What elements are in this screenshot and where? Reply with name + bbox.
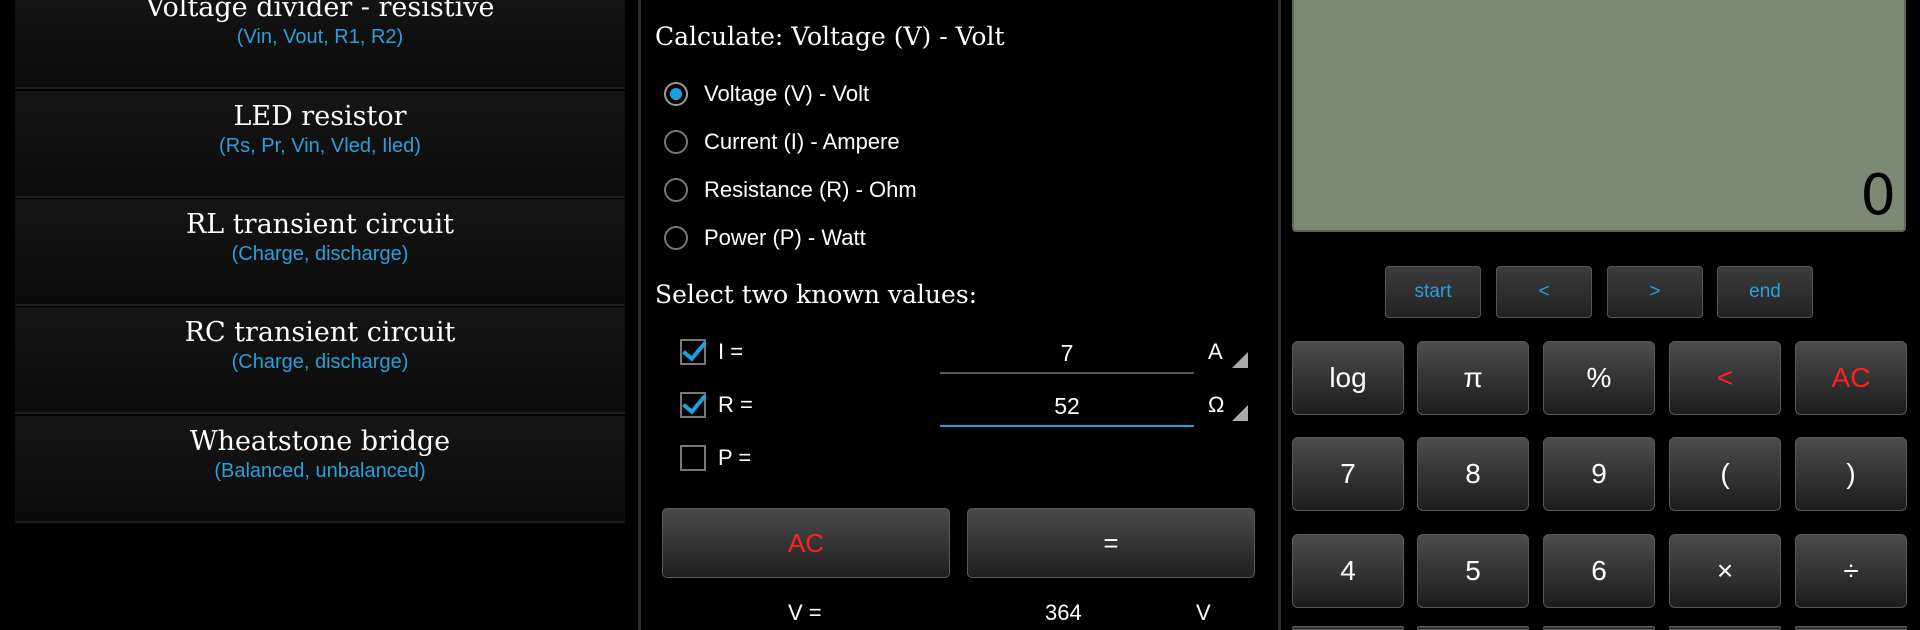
- key-8[interactable]: 8: [1417, 437, 1529, 511]
- resistance-known-row: R =: [680, 387, 753, 423]
- list-item-subtitle: (Charge, discharge): [231, 351, 409, 373]
- resistance-unit-spinner[interactable]: Ω: [1204, 387, 1252, 425]
- radio-button[interactable]: [664, 130, 688, 154]
- key-multiply[interactable]: ×: [1669, 534, 1781, 608]
- list-item-subtitle: (Balanced, unbalanced): [214, 460, 426, 482]
- cursor-end-button[interactable]: end: [1717, 266, 1813, 318]
- circuit-list: Voltage divider - resistive (Vin, Vout, …: [0, 0, 640, 630]
- radio-power[interactable]: Power (P) - Watt: [664, 218, 866, 258]
- radio-label: Voltage (V) - Volt: [704, 81, 870, 106]
- calculator-key[interactable]: [1292, 626, 1404, 630]
- clear-all-button[interactable]: AC: [662, 508, 950, 578]
- power-label: P =: [718, 445, 752, 470]
- key-backspace[interactable]: <: [1669, 341, 1781, 415]
- list-item-wheatstone-bridge[interactable]: Wheatstone bridge (Balanced, unbalanced): [15, 416, 625, 523]
- radio-button[interactable]: [664, 178, 688, 202]
- calculator-key[interactable]: [1417, 626, 1529, 630]
- resistance-label: R =: [718, 392, 753, 417]
- resistance-checkbox[interactable]: [680, 392, 706, 418]
- key-percent[interactable]: %: [1543, 341, 1655, 415]
- list-item-title: LED resistor: [233, 101, 407, 132]
- radio-resistance[interactable]: Resistance (R) - Ohm: [664, 170, 917, 210]
- key-clear-all[interactable]: AC: [1795, 341, 1907, 415]
- equals-button[interactable]: =: [967, 508, 1255, 578]
- key-divide[interactable]: ÷: [1795, 534, 1907, 608]
- current-input[interactable]: [940, 334, 1194, 374]
- key-4[interactable]: 4: [1292, 534, 1404, 608]
- radio-voltage[interactable]: Voltage (V) - Volt: [664, 74, 869, 114]
- current-label: I =: [718, 339, 744, 364]
- list-item-title: RL transient circuit: [185, 209, 455, 240]
- radio-label: Power (P) - Watt: [704, 225, 866, 250]
- unit-label: Ω: [1208, 392, 1225, 417]
- pane-divider: [638, 0, 641, 630]
- list-item-subtitle: (Charge, discharge): [231, 243, 409, 265]
- calculator-key[interactable]: [1543, 626, 1655, 630]
- calculator-display: 0: [1292, 0, 1906, 232]
- key-open-paren[interactable]: (: [1669, 437, 1781, 511]
- key-5[interactable]: 5: [1417, 534, 1529, 608]
- list-item-title: Wheatstone bridge: [189, 426, 451, 457]
- display-value: 0: [1860, 163, 1896, 228]
- list-item-title: RC transient circuit: [184, 317, 456, 348]
- result-label: V =: [788, 600, 822, 625]
- calculate-heading: Calculate: Voltage (V) - Volt: [655, 22, 1005, 51]
- key-pi[interactable]: π: [1417, 341, 1529, 415]
- key-close-paren[interactable]: ): [1795, 437, 1907, 511]
- unit-label: A: [1208, 339, 1223, 364]
- calculator-key[interactable]: [1669, 626, 1781, 630]
- key-6[interactable]: 6: [1543, 534, 1655, 608]
- list-item-title: Voltage divider - resistive: [145, 0, 495, 23]
- cursor-left-button[interactable]: <: [1496, 266, 1592, 318]
- list-item-led-resistor[interactable]: LED resistor (Rs, Pr, Vin, Vled, Iled): [15, 91, 625, 198]
- radio-label: Resistance (R) - Ohm: [704, 177, 917, 202]
- spinner-corner-icon: [1232, 405, 1248, 421]
- list-item-subtitle: (Vin, Vout, R1, R2): [236, 26, 404, 48]
- key-9[interactable]: 9: [1543, 437, 1655, 511]
- current-checkbox[interactable]: [680, 339, 706, 365]
- radio-button[interactable]: [664, 82, 688, 106]
- resistance-input[interactable]: [940, 387, 1194, 427]
- list-item-subtitle: (Rs, Pr, Vin, Vled, Iled): [219, 135, 421, 157]
- key-log[interactable]: log: [1292, 341, 1404, 415]
- calculator: 0 start < > end log π % < AC 7 8 9 ( ) 4…: [1282, 0, 1920, 630]
- list-item-voltage-divider[interactable]: Voltage divider - resistive (Vin, Vout, …: [15, 0, 625, 89]
- known-values-heading: Select two known values:: [655, 280, 978, 309]
- current-unit-spinner[interactable]: A: [1204, 334, 1252, 372]
- power-checkbox[interactable]: [680, 445, 706, 471]
- spinner-corner-icon: [1232, 352, 1248, 368]
- cursor-start-button[interactable]: start: [1385, 266, 1481, 318]
- result-value: 364: [1045, 600, 1082, 625]
- radio-button[interactable]: [664, 226, 688, 250]
- radio-current[interactable]: Current (I) - Ampere: [664, 122, 900, 162]
- list-item-rc-transient[interactable]: RC transient circuit (Charge, discharge): [15, 307, 625, 414]
- ohms-law-form: Calculate: Voltage (V) - Volt Voltage (V…: [642, 0, 1277, 630]
- result-unit: V: [1196, 600, 1211, 625]
- pane-divider: [1278, 0, 1281, 630]
- calculator-key[interactable]: [1795, 626, 1907, 630]
- key-7[interactable]: 7: [1292, 437, 1404, 511]
- radio-label: Current (I) - Ampere: [704, 129, 900, 154]
- cursor-right-button[interactable]: >: [1607, 266, 1703, 318]
- power-known-row: P =: [680, 440, 751, 476]
- current-known-row: I =: [680, 334, 743, 370]
- list-item-rl-transient[interactable]: RL transient circuit (Charge, discharge): [15, 199, 625, 306]
